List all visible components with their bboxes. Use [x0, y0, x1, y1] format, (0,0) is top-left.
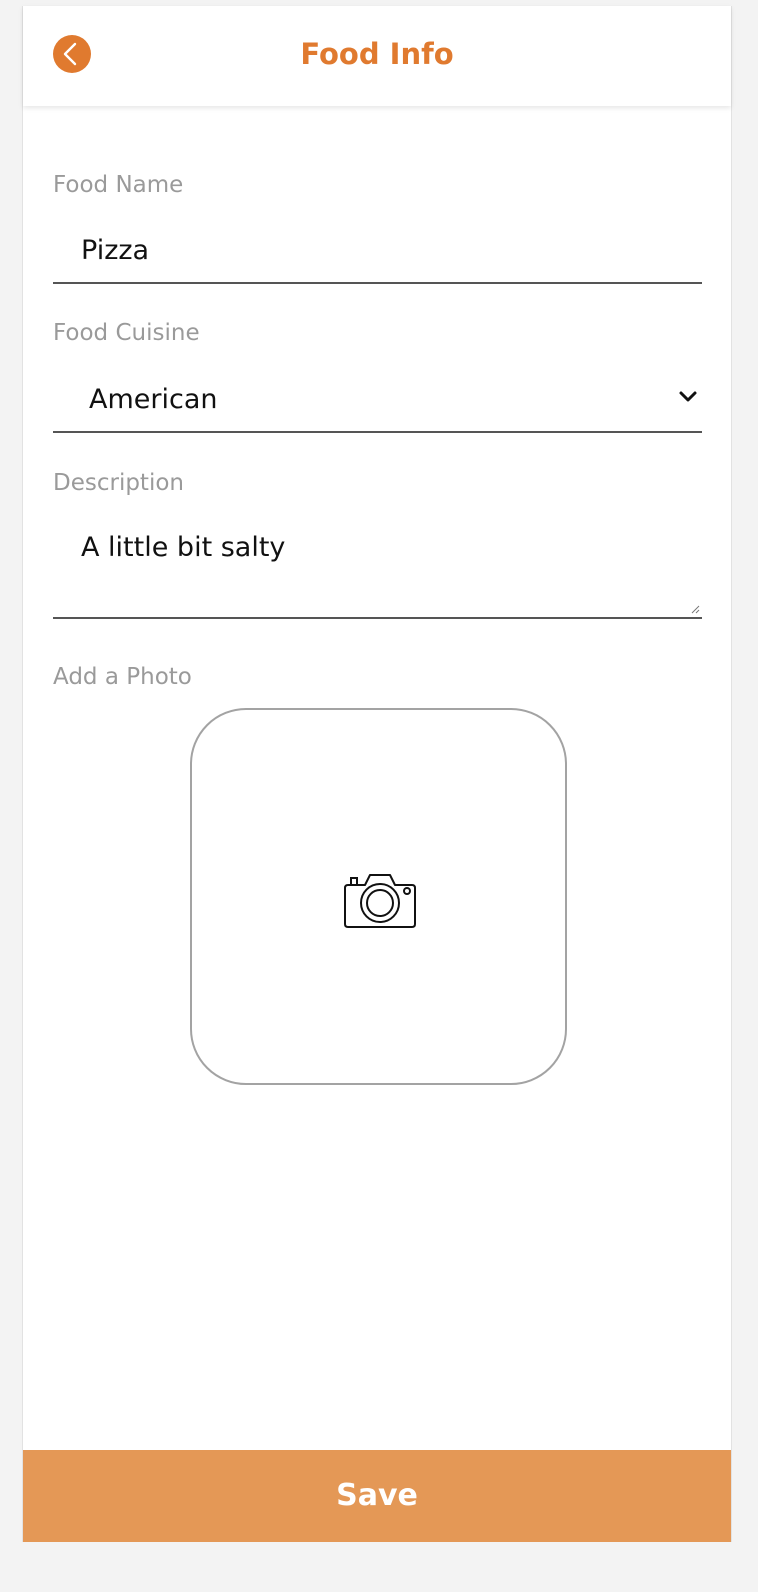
- food-name-value: Pizza: [81, 235, 150, 266]
- back-button[interactable]: [53, 35, 91, 73]
- food-cuisine-selected: American: [89, 384, 218, 415]
- food-cuisine-select[interactable]: American: [53, 366, 702, 433]
- food-name-input[interactable]: Pizza: [53, 219, 702, 284]
- chevron-left-icon: [63, 42, 77, 66]
- description-value: A little bit salty: [81, 532, 286, 563]
- resize-grip-icon[interactable]: [691, 605, 700, 614]
- food-cuisine-label: Food Cuisine: [53, 320, 200, 346]
- description-label: Description: [53, 470, 184, 496]
- app-screen: Food Info Food Name Pizza Food Cuisine A…: [22, 6, 732, 1542]
- header-bar: Food Info: [23, 6, 731, 106]
- food-name-label: Food Name: [53, 172, 184, 198]
- save-button[interactable]: Save: [23, 1450, 731, 1542]
- camera-icon: [344, 874, 416, 928]
- page-title: Food Info: [300, 37, 454, 71]
- chevron-down-icon: [679, 391, 697, 402]
- description-textarea[interactable]: A little bit salty: [53, 518, 702, 619]
- add-photo-button[interactable]: [190, 708, 567, 1085]
- photo-label: Add a Photo: [53, 664, 192, 690]
